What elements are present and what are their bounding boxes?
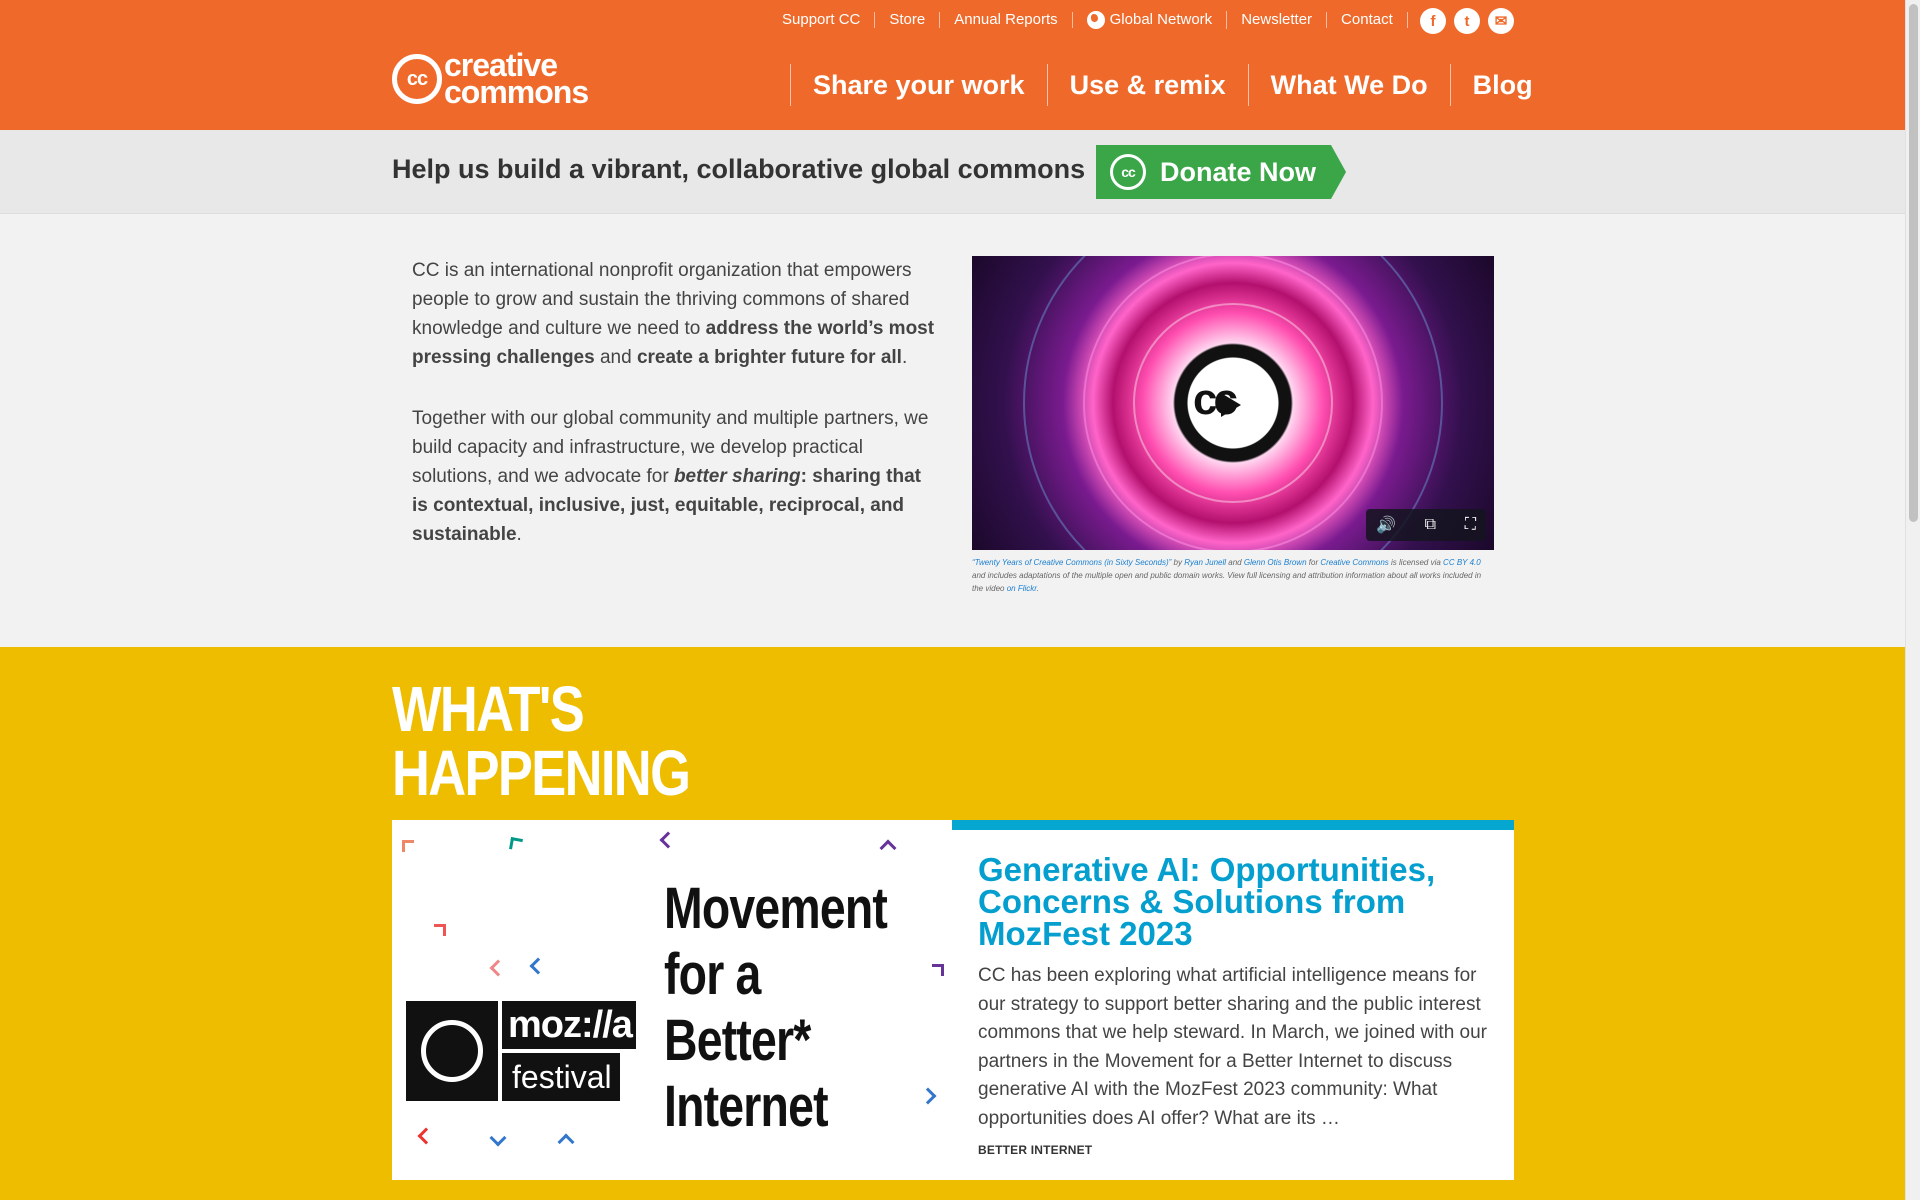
confetti-shape xyxy=(879,839,897,857)
gear-icon xyxy=(421,1020,483,1082)
logo-wordmark: creative commons xyxy=(444,49,589,110)
confetti-shape xyxy=(402,840,414,852)
confetti-shape xyxy=(557,1133,575,1151)
scrollbar-thumb[interactable] xyxy=(1909,4,1918,522)
caption-text: by xyxy=(1171,558,1185,567)
donate-button-label: Donate Now xyxy=(1160,156,1317,187)
page: Support CC Store Annual Reports Global N… xyxy=(0,0,1905,1200)
nav-what-we-do[interactable]: What We Do xyxy=(1247,64,1450,106)
newsletter-link[interactable]: Newsletter xyxy=(1227,12,1328,28)
nav-share-your-work[interactable]: Share your work xyxy=(790,64,1047,106)
twitter-icon[interactable]: t xyxy=(1454,8,1480,34)
support-cc-link[interactable]: Support CC xyxy=(768,12,876,28)
cc-icon: cc xyxy=(1110,154,1146,190)
email-icon[interactable]: ✉ xyxy=(1488,8,1514,34)
caption-text: is licensed via xyxy=(1388,558,1444,567)
annual-reports-link[interactable]: Annual Reports xyxy=(940,12,1073,28)
logo-line-2: commons xyxy=(444,74,589,110)
globe-icon xyxy=(1086,11,1105,29)
creative-commons-logo[interactable]: cc creative commons xyxy=(392,49,589,110)
license-link[interactable]: CC BY 4.0 xyxy=(1443,558,1481,567)
social-links: f t ✉ xyxy=(1420,8,1514,34)
global-network-link[interactable]: Global Network xyxy=(1073,11,1228,29)
facebook-icon[interactable]: f xyxy=(1420,8,1446,34)
donate-tagline: Help us build a vibrant, collaborative g… xyxy=(392,154,1086,184)
movement-line: Movement xyxy=(664,876,888,941)
confetti-shape xyxy=(489,1129,507,1147)
heading-line-1: WHAT'S xyxy=(392,673,585,745)
intro-paragraph-1: CC is an international nonprofit organiz… xyxy=(412,256,942,372)
featured-post-body: Generative AI: Opportunities, Concerns &… xyxy=(952,820,1514,1180)
post-category-link[interactable]: BETTER INTERNET xyxy=(978,1143,1490,1157)
caption-text: and includes adaptations of the multiple… xyxy=(972,571,1482,593)
intro-paragraph-2: Together with our global community and m… xyxy=(412,404,942,549)
vertical-scrollbar[interactable] xyxy=(1905,0,1920,1200)
donate-now-button[interactable]: cc Donate Now xyxy=(1096,145,1346,199)
post-title-link[interactable]: Generative AI: Opportunities, Concerns &… xyxy=(978,853,1490,950)
mozilla-wordmark: moz://a xyxy=(502,1001,636,1049)
movement-line: Internet xyxy=(664,1074,829,1139)
festival-wordmark: festival xyxy=(502,1053,620,1101)
movement-line: Better* xyxy=(664,1008,811,1073)
post-excerpt: CC has been exploring what artificial in… xyxy=(978,965,1488,1129)
featured-post-card[interactable]: moz://a festival Movement for a Better* … xyxy=(392,820,1514,1180)
caption-text: and xyxy=(1226,558,1244,567)
author-link[interactable]: Glenn Otis Brown xyxy=(1244,558,1307,567)
confetti-shape xyxy=(509,837,523,851)
intro-p1-period: . xyxy=(901,347,908,368)
author-link[interactable]: Ryan Junell xyxy=(1184,558,1226,567)
video-controls: 🔊 ⧉ ⛶ xyxy=(1366,509,1486,541)
picture-in-picture-icon[interactable]: ⧉ xyxy=(1425,516,1436,534)
nav-use-remix[interactable]: Use & remix xyxy=(1046,64,1248,106)
donate-banner: Help us build a vibrant, collaborative g… xyxy=(0,130,1905,214)
utility-nav: Support CC Store Annual Reports Global N… xyxy=(768,9,1408,31)
confetti-shape xyxy=(529,957,547,975)
caption-text: for xyxy=(1306,558,1321,567)
intro-p1-text-2: and xyxy=(594,347,637,368)
main-nav: Share your work Use & remix What We Do B… xyxy=(790,64,1555,106)
contact-link[interactable]: Contact xyxy=(1327,12,1408,28)
intro-p1-bold-2: create a brighter future for all xyxy=(636,347,902,368)
confetti-shape xyxy=(417,1127,435,1145)
intro-section: CC is an international nonprofit organiz… xyxy=(0,214,1905,647)
store-link[interactable]: Store xyxy=(875,12,941,28)
confetti-shape xyxy=(932,964,944,976)
confetti-shape xyxy=(489,959,507,977)
confetti-shape xyxy=(659,831,677,849)
cc-logo-icon: cc xyxy=(392,54,442,104)
mozfest-badge-icon xyxy=(406,1001,498,1101)
intro-p2-italic: better sharing xyxy=(673,466,801,487)
video-player[interactable]: cc 🔊 ⧉ ⛶ xyxy=(972,256,1494,550)
movement-line: for a xyxy=(664,942,761,1007)
nav-blog[interactable]: Blog xyxy=(1449,64,1555,106)
play-icon[interactable] xyxy=(1221,393,1241,417)
global-network-label: Global Network xyxy=(1109,11,1213,28)
org-link[interactable]: Creative Commons xyxy=(1320,558,1388,567)
confetti-shape xyxy=(434,924,446,936)
flickr-link[interactable]: on Flickr xyxy=(1007,584,1037,593)
heading-line-2: HAPPENING xyxy=(392,737,691,809)
video-title-link[interactable]: “Twenty Years of Creative Commons (in Si… xyxy=(972,558,1171,567)
caption-text: . xyxy=(1036,584,1039,593)
intro-p2-period: . xyxy=(516,524,522,545)
video-caption: “Twenty Years of Creative Commons (in Si… xyxy=(972,556,1494,595)
featured-post-image[interactable]: moz://a festival Movement for a Better* … xyxy=(392,820,952,1180)
confetti-shape xyxy=(919,1087,937,1105)
movement-headline: Movement for a Better* Internet xyxy=(664,876,888,1140)
whats-happening-section: WHAT'S HAPPENING moz://a festival Moveme… xyxy=(0,647,1905,1200)
site-header: Support CC Store Annual Reports Global N… xyxy=(0,0,1905,130)
intro-text: CC is an international nonprofit organiz… xyxy=(412,256,942,581)
section-heading: WHAT'S HAPPENING xyxy=(392,673,691,809)
fullscreen-icon[interactable]: ⛶ xyxy=(1465,516,1476,534)
volume-icon[interactable]: 🔊 xyxy=(1376,515,1396,535)
